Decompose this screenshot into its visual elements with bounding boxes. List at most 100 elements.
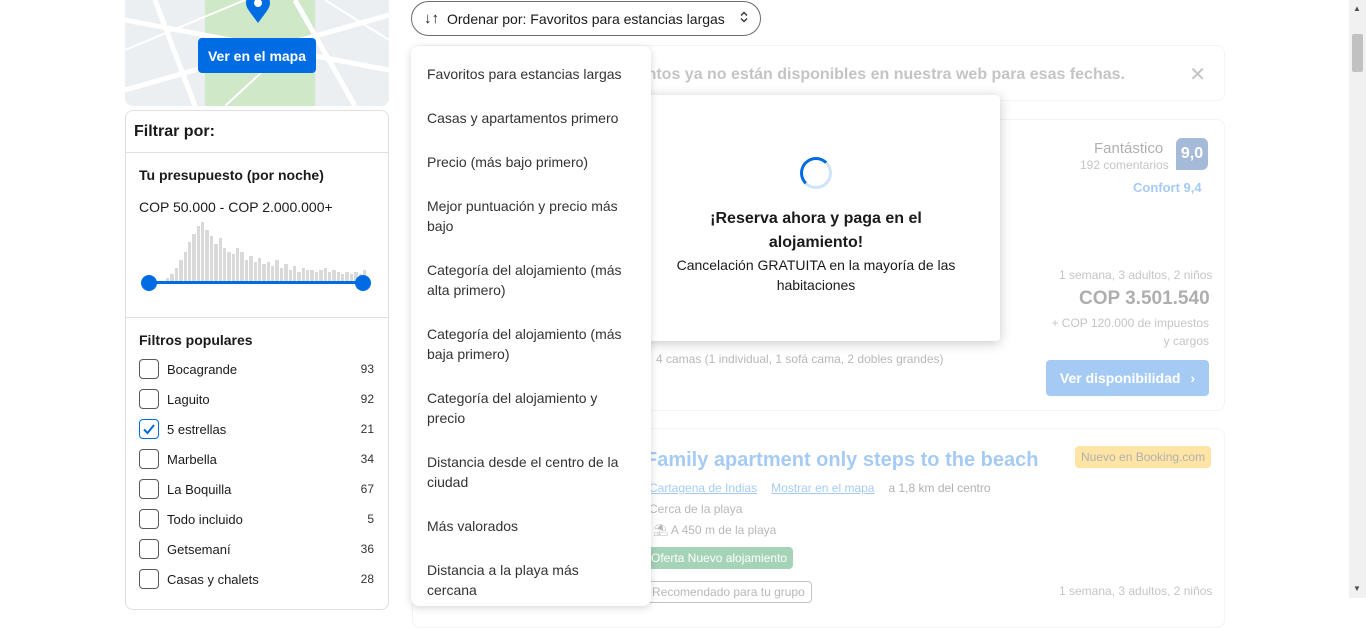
sort-button[interactable]: ↓↑ Ordenar por: Favoritos para estancias…	[411, 1, 761, 36]
filter-option[interactable]: Todo incluido 5	[139, 508, 374, 530]
histogram-bar	[187, 242, 192, 282]
filter-checkbox[interactable]	[139, 389, 159, 409]
filter-option-count: 93	[360, 362, 374, 376]
show-on-map-link[interactable]: Mostrar en el mapa	[771, 481, 874, 495]
filter-option-count: 21	[360, 422, 374, 436]
scrollbar[interactable]	[1349, 0, 1366, 598]
beach-distance-text: A 450 m de la playa	[670, 523, 777, 537]
scroll-down-icon[interactable]: ▼	[1353, 584, 1361, 593]
sort-option[interactable]: Más valorados	[427, 516, 627, 536]
scrollbar-thumb[interactable]	[1352, 34, 1363, 72]
price-histogram	[166, 216, 367, 282]
filter-option-label: Getsemaní	[167, 541, 231, 557]
near-beach-text: Cerca de la playa	[649, 502, 743, 516]
filter-option[interactable]: Marbella 34	[139, 448, 374, 470]
histogram-bar	[240, 252, 244, 282]
filter-option-label: Marbella	[167, 451, 217, 467]
filter-checkbox[interactable]	[139, 419, 159, 439]
scroll-up-icon[interactable]: ▲	[1353, 4, 1361, 13]
filter-option-count: 5	[367, 512, 374, 526]
sort-option[interactable]: Categoría del alojamiento (más baja prim…	[427, 324, 627, 364]
spinner-icon	[800, 157, 832, 189]
sort-option[interactable]: Precio (más bajo primero)	[427, 152, 627, 172]
histogram-bar	[292, 266, 297, 282]
availability-notice-text: mientos ya no están disponibles en nuest…	[619, 66, 1125, 83]
histogram-bar	[214, 244, 218, 282]
histogram-bar	[183, 252, 187, 282]
histogram-bar	[201, 222, 205, 282]
filter-option[interactable]: 5 estrellas 21	[139, 418, 374, 440]
filter-option[interactable]: Bocagrande 93	[139, 358, 374, 380]
budget-slider-max-handle[interactable]	[355, 275, 371, 291]
close-icon[interactable]: ✕	[1189, 62, 1206, 87]
comfort-score: Confort 9,4	[1133, 180, 1202, 195]
filter-option[interactable]: Getsemaní 36	[139, 538, 374, 560]
budget-slider-track[interactable]	[148, 281, 362, 284]
new-badge: Nuevo en Booking.com	[1075, 446, 1212, 468]
filter-option-count: 34	[360, 452, 374, 466]
filter-option[interactable]: Laguito 92	[139, 388, 374, 410]
histogram-bar	[279, 268, 284, 282]
budget-range: COP 50.000 - COP 2.000.000+	[139, 199, 333, 215]
modal-subtitle: Cancelación GRATUITA en la mayoría de la…	[676, 257, 956, 293]
see-availability-label: Ver disponibilidad	[1059, 370, 1181, 386]
histogram-bar	[236, 248, 240, 282]
histogram-bar	[205, 230, 209, 282]
budget-slider-min-handle[interactable]	[141, 275, 157, 291]
loading-modal: ¡Reserva ahora y paga en el alojamiento!…	[632, 95, 1000, 341]
histogram-bar	[253, 262, 257, 282]
sort-option[interactable]: Favoritos para estancias largas	[427, 64, 627, 84]
budget-title: Tu presupuesto (por noche)	[139, 167, 324, 183]
chevron-updown-icon	[740, 11, 748, 26]
sort-option[interactable]: Casas y apartamentos primero	[427, 108, 627, 128]
histogram-bar	[262, 264, 266, 282]
filter-option-label: 5 estrellas	[167, 421, 227, 437]
beach-distance-row: ⛱ A 450 m de la playa	[653, 523, 776, 537]
price: COP 3.501.540	[1079, 288, 1210, 309]
sort-option[interactable]: Categoría del alojamiento y precio	[427, 388, 627, 428]
histogram-bar	[266, 262, 270, 282]
filter-checkbox[interactable]	[139, 359, 159, 379]
stay-summary: 1 semana, 3 adultos, 2 niños	[1059, 268, 1213, 282]
histogram-bar	[209, 236, 214, 282]
filter-option[interactable]: Casas y chalets 28	[139, 568, 374, 590]
city-link[interactable]: Cartagena de Indias	[649, 481, 757, 495]
filter-option-label: Todo incluido	[167, 511, 243, 527]
filter-checkbox[interactable]	[139, 449, 159, 469]
beds-info: 4 camas (1 individual, 1 sofá cama, 2 do…	[656, 352, 944, 366]
checkmark-icon	[143, 424, 155, 435]
beach-icon: ⛱	[653, 523, 669, 537]
histogram-bar	[257, 258, 262, 282]
sort-option[interactable]: Mejor puntuación y precio más bajo	[427, 196, 627, 236]
filter-option-label: La Boquilla	[167, 481, 232, 497]
histogram-bar	[244, 260, 249, 282]
histogram-bar	[196, 226, 200, 282]
histogram-bar	[275, 260, 279, 282]
property-title[interactable]: Family apartment only steps to the beach	[645, 449, 1038, 472]
histogram-bar	[231, 254, 235, 282]
filter-option[interactable]: La Boquilla 67	[139, 478, 374, 500]
histogram-bar	[323, 268, 327, 282]
review-score-badge: 9,0	[1176, 138, 1208, 170]
popular-filters-title: Filtros populares	[139, 332, 253, 348]
filter-option-label: Casas y chalets	[167, 571, 259, 587]
show-on-map-button[interactable]: Ver en el mapa	[198, 38, 316, 73]
histogram-bar	[174, 268, 179, 282]
see-availability-button[interactable]: Ver disponibilidad ›	[1046, 360, 1209, 396]
chevron-right-icon: ›	[1190, 370, 1196, 386]
map-pin-icon	[244, 0, 272, 29]
map-preview[interactable]: Ver en el mapa	[125, 0, 389, 106]
sort-option[interactable]: Distancia desde el centro de la ciudad	[427, 452, 627, 492]
filter-checkbox[interactable]	[139, 569, 159, 589]
location-row: Cartagena de Indias Mostrar en el mapa a…	[649, 481, 991, 495]
distance-text: a 1,8 km del centro	[888, 481, 991, 495]
sort-option[interactable]: Categoría del alojamiento (más alta prim…	[427, 260, 627, 300]
filter-option-count: 92	[360, 392, 374, 406]
filter-checkbox[interactable]	[139, 539, 159, 559]
histogram-bar	[284, 264, 288, 282]
filter-option-count: 67	[360, 482, 374, 496]
taxes-note: + COP 120.000 de impuestos y cargos	[1051, 316, 1209, 348]
sort-option[interactable]: Distancia a la playa más cercana	[427, 560, 627, 600]
filter-checkbox[interactable]	[139, 479, 159, 499]
filter-checkbox[interactable]	[139, 509, 159, 529]
